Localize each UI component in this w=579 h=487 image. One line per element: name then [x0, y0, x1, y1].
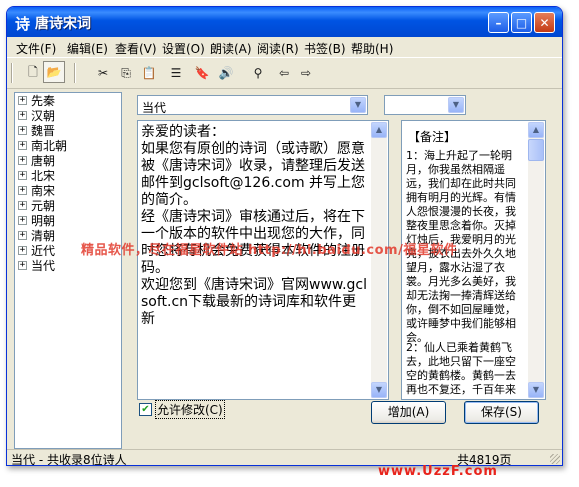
tree-item-nanbeichao[interactable]: + 南北朝 — [18, 138, 67, 153]
save-button[interactable]: 保存(S) — [464, 401, 539, 424]
open-folder-icon[interactable]: 📂 — [43, 61, 65, 83]
tree-item-dangdai[interactable]: + 当代 — [18, 257, 56, 274]
new-file-icon[interactable]: 🗋 — [24, 64, 42, 82]
allow-edit-label: 允许修改(C) — [155, 399, 225, 419]
menu-read-aloud[interactable]: 朗读(A) — [210, 40, 252, 57]
tree-item-weijin[interactable]: + 魏晋 — [18, 123, 55, 138]
scroll-up-arrow-icon[interactable]: ▲ — [371, 122, 387, 138]
dynasty-tree: + 先秦 + 汉朝 + 魏晋 + 南北朝 + 唐朝 + 北宋 + 南宋 + 元朝 + 明朝 + 清朝… — [14, 92, 122, 449]
note-entry: 2：仙人已乘着黄鹤飞去，此地只留下一座空空的黄鹤楼。黄鹤一去再也不复还，千百年来 — [406, 341, 516, 396]
toolbar-separator — [74, 63, 76, 83]
expand-plus-icon[interactable]: + — [18, 111, 27, 120]
tree-item-label: 当代 — [31, 257, 56, 274]
allow-edit-checkbox[interactable]: ✔ 允许修改(C) — [139, 399, 225, 419]
tree-item-yuan[interactable]: + 元朝 — [18, 198, 55, 213]
editor-scrollbar[interactable]: ▲ ▼ — [371, 122, 387, 398]
add-button[interactable]: 增加(A) — [371, 401, 446, 424]
notes-panel[interactable]: 【备注】 1：海上升起了一轮明月，你我虽然相隔遥远，我们却在此时共同拥有明月的光… — [401, 120, 546, 400]
tree-item-han[interactable]: + 汉朝 — [18, 108, 55, 123]
toolbar: 🗋 📂 ✂ ⎘ 📋 ☰ 🔖 🔊 ⚲ ⇦ ⇨ — [7, 57, 562, 89]
scroll-down-arrow-icon[interactable]: ▼ — [371, 382, 387, 398]
era-select[interactable]: 当代 ▼ — [137, 95, 368, 115]
main-window: 诗 唐诗宋词 – □ ✕ 文件(F) 编辑(E) 查看(V) 设置(O) 朗读(… — [6, 6, 563, 466]
minimize-button[interactable]: – — [488, 12, 509, 33]
menu-help[interactable]: 帮助(H) — [351, 40, 393, 57]
title-bar[interactable]: 诗 唐诗宋词 – □ ✕ — [7, 7, 562, 37]
expand-plus-icon[interactable]: + — [18, 216, 27, 225]
copy-icon[interactable]: ⎘ — [117, 64, 135, 82]
tree-item-ming[interactable]: + 明朝 — [18, 213, 55, 228]
menu-settings[interactable]: 设置(O) — [162, 40, 205, 57]
tree-item-tang[interactable]: + 唐朝 — [18, 153, 55, 168]
poem-text: 亲爱的读者： 如果您有原创的诗词（或诗歌）愿意被《唐诗宋词》收录，请整理后发送邮… — [141, 124, 367, 327]
app-poem-icon: 诗 — [15, 15, 31, 33]
resize-grip-icon[interactable] — [550, 454, 560, 464]
poem-text-area[interactable]: 亲爱的读者： 如果您有原创的诗词（或诗歌）愿意被《唐诗宋词》收录，请整理后发送邮… — [137, 120, 389, 400]
cut-icon[interactable]: ✂ — [94, 64, 112, 82]
toolbar-grip — [11, 63, 13, 83]
expand-plus-icon[interactable]: + — [18, 261, 27, 270]
scroll-down-arrow-icon[interactable]: ▼ — [528, 382, 544, 398]
menu-file[interactable]: 文件(F) — [16, 40, 56, 57]
expand-plus-icon[interactable]: + — [18, 96, 27, 105]
watermark-text: 精品软件，尽在福星软件站 http://hi.baidu.com/福星软件 — [81, 243, 458, 258]
paste-icon[interactable]: 📋 — [140, 64, 158, 82]
menu-view[interactable]: 查看(V) — [115, 40, 157, 57]
tree-item-beisong[interactable]: + 北宋 — [18, 168, 55, 183]
expand-plus-icon[interactable]: + — [18, 246, 27, 255]
notes-scrollbar[interactable]: ▲ ▼ — [528, 122, 544, 398]
checkmark-icon[interactable]: ✔ — [139, 402, 152, 416]
expand-plus-icon[interactable]: + — [18, 201, 27, 210]
tree-item-jindai[interactable]: + 近代 — [18, 243, 55, 258]
status-poet-count: 当代 - 共收录8位诗人 — [11, 453, 127, 466]
tree-item-nansong[interactable]: + 南宋 — [18, 183, 55, 198]
scroll-up-arrow-icon[interactable]: ▲ — [528, 122, 544, 138]
list-icon[interactable]: ☰ — [167, 64, 185, 82]
close-button[interactable]: ✕ — [534, 12, 555, 33]
site-watermark: www.UzzF.com — [378, 464, 498, 479]
find-icon[interactable]: ⚲ — [249, 64, 267, 82]
chevron-down-icon[interactable]: ▼ — [350, 97, 366, 113]
tree-item-qing[interactable]: + 清朝 — [18, 228, 55, 243]
expand-plus-icon[interactable]: + — [18, 141, 27, 150]
expand-plus-icon[interactable]: + — [18, 126, 27, 135]
window-title: 唐诗宋词 — [35, 16, 91, 32]
poet-select[interactable]: ▼ — [384, 95, 466, 115]
forward-arrow-icon[interactable]: ⇨ — [297, 64, 315, 82]
expand-plus-icon[interactable]: + — [18, 156, 27, 165]
notes-heading: 【备注】 — [408, 130, 457, 144]
menu-reading[interactable]: 阅读(R) — [257, 40, 299, 57]
tree-item-xianqin[interactable]: + 先秦 — [18, 93, 55, 108]
era-select-value: 当代 — [142, 101, 167, 115]
read-aloud-icon[interactable]: 🔊 — [217, 64, 235, 82]
back-arrow-icon[interactable]: ⇦ — [275, 64, 293, 82]
menu-bar: 文件(F) 编辑(E) 查看(V) 设置(O) 朗读(A) 阅读(R) 书签(B… — [7, 37, 562, 57]
chevron-down-icon[interactable]: ▼ — [448, 97, 464, 113]
menu-edit[interactable]: 编辑(E) — [67, 40, 108, 57]
bookmark-icon[interactable]: 🔖 — [193, 64, 211, 82]
menu-bookmarks[interactable]: 书签(B) — [304, 40, 346, 57]
expand-plus-icon[interactable]: + — [18, 171, 27, 180]
expand-plus-icon[interactable]: + — [18, 186, 27, 195]
expand-plus-icon[interactable]: + — [18, 231, 27, 240]
scrollbar-thumb[interactable] — [528, 139, 544, 161]
maximize-button[interactable]: □ — [511, 12, 532, 33]
